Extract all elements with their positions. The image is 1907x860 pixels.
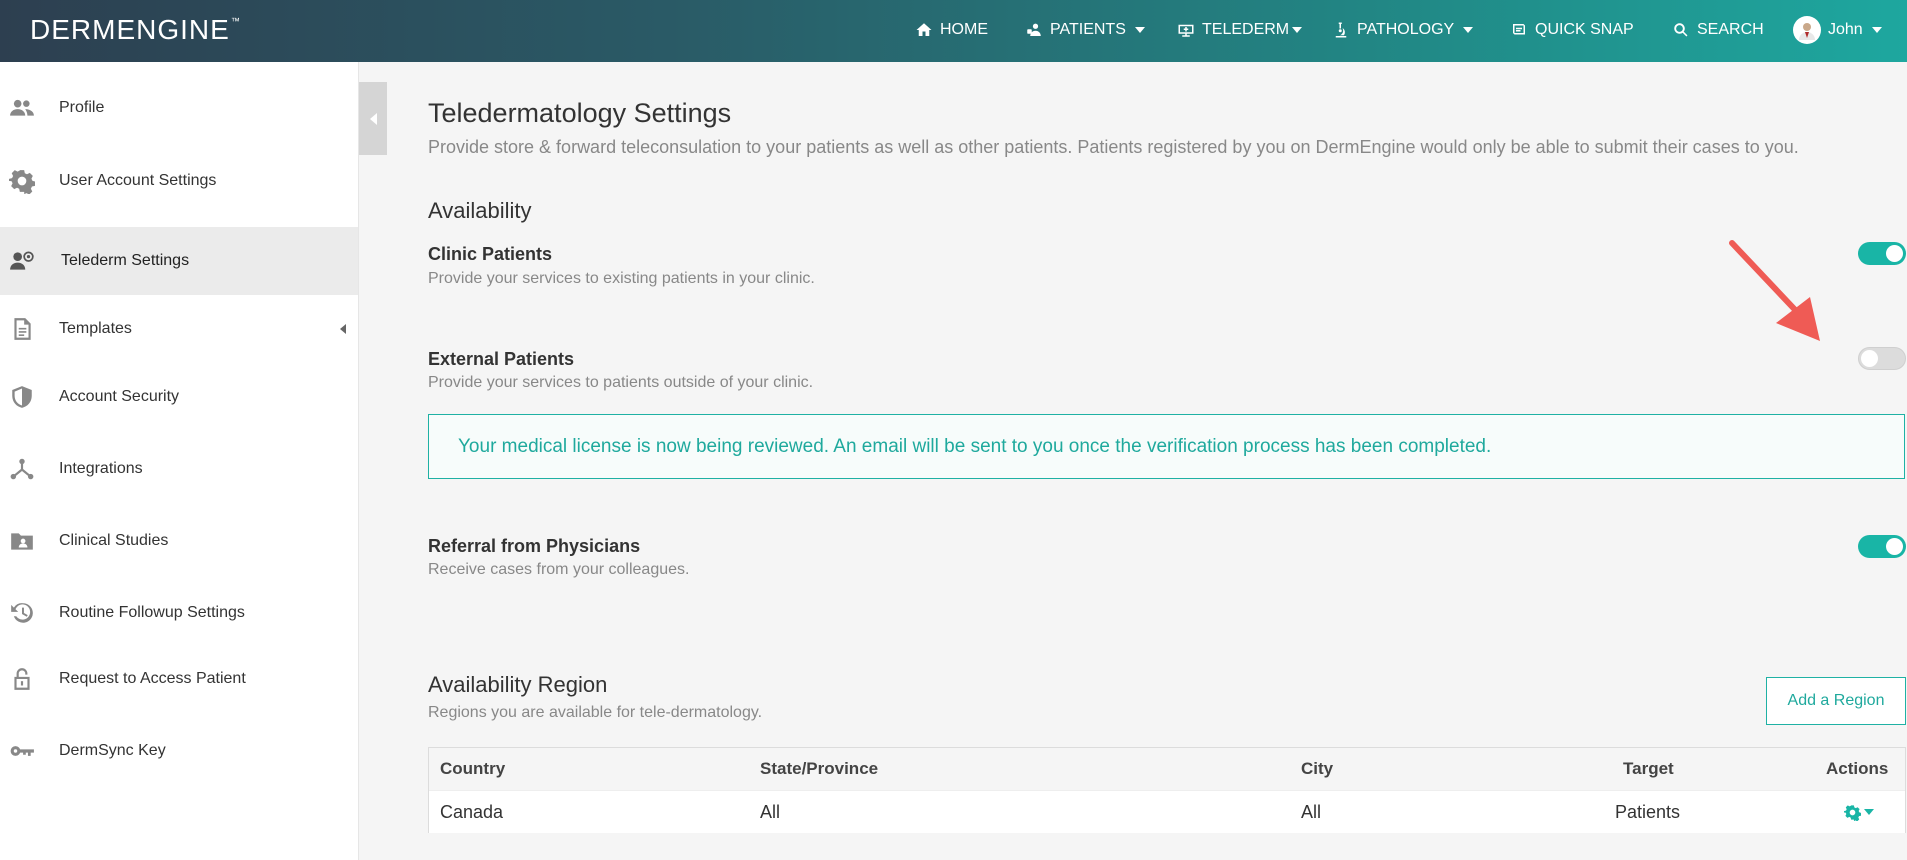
search-icon xyxy=(1674,23,1688,37)
users-icon xyxy=(9,95,35,121)
page-title: Teledermatology Settings xyxy=(428,98,732,128)
settings-sidebar: Profile User Account Settings Telederm S… xyxy=(0,62,359,860)
column-header-city: City xyxy=(1301,759,1334,778)
home-icon xyxy=(916,23,932,36)
nav-pathology[interactable]: PATHOLOGY xyxy=(1332,0,1474,60)
chevron-down-icon xyxy=(1134,27,1145,33)
expand-arrow-icon xyxy=(340,324,346,334)
sidebar-item-clinical-studies[interactable]: Clinical Studies xyxy=(0,507,358,575)
sidebar-item-account-security[interactable]: Account Security xyxy=(0,363,358,431)
document-icon xyxy=(9,316,35,342)
sidebar-item-dermsync-key[interactable]: DermSync Key xyxy=(0,717,358,785)
referral-title: Referral from Physicians xyxy=(428,536,641,556)
cell-target: Patients xyxy=(1615,801,1681,822)
availability-region-description: Regions you are available for tele-derma… xyxy=(428,704,763,721)
clinic-patients-title: Clinic Patients xyxy=(428,244,553,264)
sidebar-item-user-account-settings[interactable]: User Account Settings xyxy=(0,147,358,215)
page-description: Provide store & forward teleconsulation … xyxy=(428,137,1799,157)
column-header-state: State/Province xyxy=(760,759,879,778)
nav-home[interactable]: HOME xyxy=(915,0,988,60)
chevron-down-icon xyxy=(1292,27,1303,33)
patients-icon xyxy=(1027,23,1041,36)
gear-icon xyxy=(1844,804,1861,821)
notice-text: Your medical license is now being review… xyxy=(458,435,1492,457)
chevron-left-icon xyxy=(369,112,377,125)
folder-user-icon xyxy=(9,528,35,554)
column-header-target: Target xyxy=(1623,759,1674,778)
microscope-icon xyxy=(1335,22,1347,38)
toggle-knob xyxy=(1886,245,1903,262)
sidebar-item-routine-followup-settings[interactable]: Routine Followup Settings xyxy=(0,579,358,647)
availability-region-heading: Availability Region xyxy=(428,672,608,697)
availability-heading: Availability xyxy=(428,198,532,223)
annotation-arrow-icon xyxy=(1729,240,1820,341)
nav-patients[interactable]: PATIENTS xyxy=(1025,0,1145,60)
chevron-down-icon xyxy=(1463,27,1474,33)
sidebar-collapse-toggle[interactable] xyxy=(359,82,387,155)
dermengine-logo[interactable]: DERMENGINE™ xyxy=(30,14,241,46)
column-header-country: Country xyxy=(440,759,506,778)
lock-icon xyxy=(9,666,35,692)
nav-telederm[interactable]: TELEDERM xyxy=(1177,0,1303,60)
sidebar-item-templates[interactable]: Templates xyxy=(0,295,358,363)
sidebar-item-integrations[interactable]: Integrations xyxy=(0,435,358,503)
integrations-icon xyxy=(9,456,35,482)
table-header: Country State/Province City Target Actio… xyxy=(429,748,1905,790)
shield-icon xyxy=(9,384,35,410)
row-actions-button[interactable] xyxy=(1844,804,1874,821)
table-row: Canada All All Patients xyxy=(429,790,1905,833)
telederm-icon xyxy=(1178,24,1194,37)
cell-state: All xyxy=(760,801,781,822)
referral-description: Receive cases from your colleagues. xyxy=(428,561,690,578)
external-patients-description: Provide your services to patients outsid… xyxy=(428,374,814,391)
telederm-icon xyxy=(9,248,35,274)
top-navbar: DERMENGINE™ HOME PATIENTS TELEDERM PATHO… xyxy=(0,0,1907,62)
row-actions-cell xyxy=(1844,791,1874,833)
chevron-down-icon xyxy=(1871,27,1882,33)
sidebar-item-telederm-settings[interactable]: Telederm Settings xyxy=(0,227,358,295)
toggle-knob xyxy=(1886,538,1903,555)
chevron-down-icon xyxy=(1864,809,1874,815)
clinic-patients-description: Provide your services to existing patien… xyxy=(428,270,815,287)
referral-toggle[interactable] xyxy=(1858,535,1906,558)
gear-icon xyxy=(9,168,35,195)
history-icon xyxy=(9,600,35,626)
external-patients-toggle[interactable] xyxy=(1858,347,1906,370)
nav-user-menu[interactable]: John xyxy=(1793,0,1882,60)
quick-snap-icon xyxy=(1513,24,1525,35)
sidebar-item-profile[interactable]: Profile xyxy=(0,74,358,142)
toggle-knob xyxy=(1861,350,1878,367)
license-review-notice: Your medical license is now being review… xyxy=(428,414,1905,479)
avatar xyxy=(1793,16,1821,44)
column-header-actions: Actions xyxy=(1826,759,1889,778)
nav-quick-snap[interactable]: QUICK SNAP xyxy=(1510,0,1634,60)
external-patients-title: External Patients xyxy=(428,349,575,369)
sidebar-item-request-to-access-patient[interactable]: Request to Access Patient xyxy=(0,645,358,713)
add-region-button[interactable]: Add a Region xyxy=(1766,677,1906,725)
nav-search[interactable]: SEARCH xyxy=(1672,0,1764,60)
cell-city: All xyxy=(1301,801,1322,822)
region-table: Country State/Province City Target Actio… xyxy=(428,747,1906,833)
cell-country: Canada xyxy=(440,801,504,822)
clinic-patients-toggle[interactable] xyxy=(1858,242,1906,265)
key-icon xyxy=(9,738,35,764)
main-content: Teledermatology Settings Provide store &… xyxy=(428,62,1907,860)
